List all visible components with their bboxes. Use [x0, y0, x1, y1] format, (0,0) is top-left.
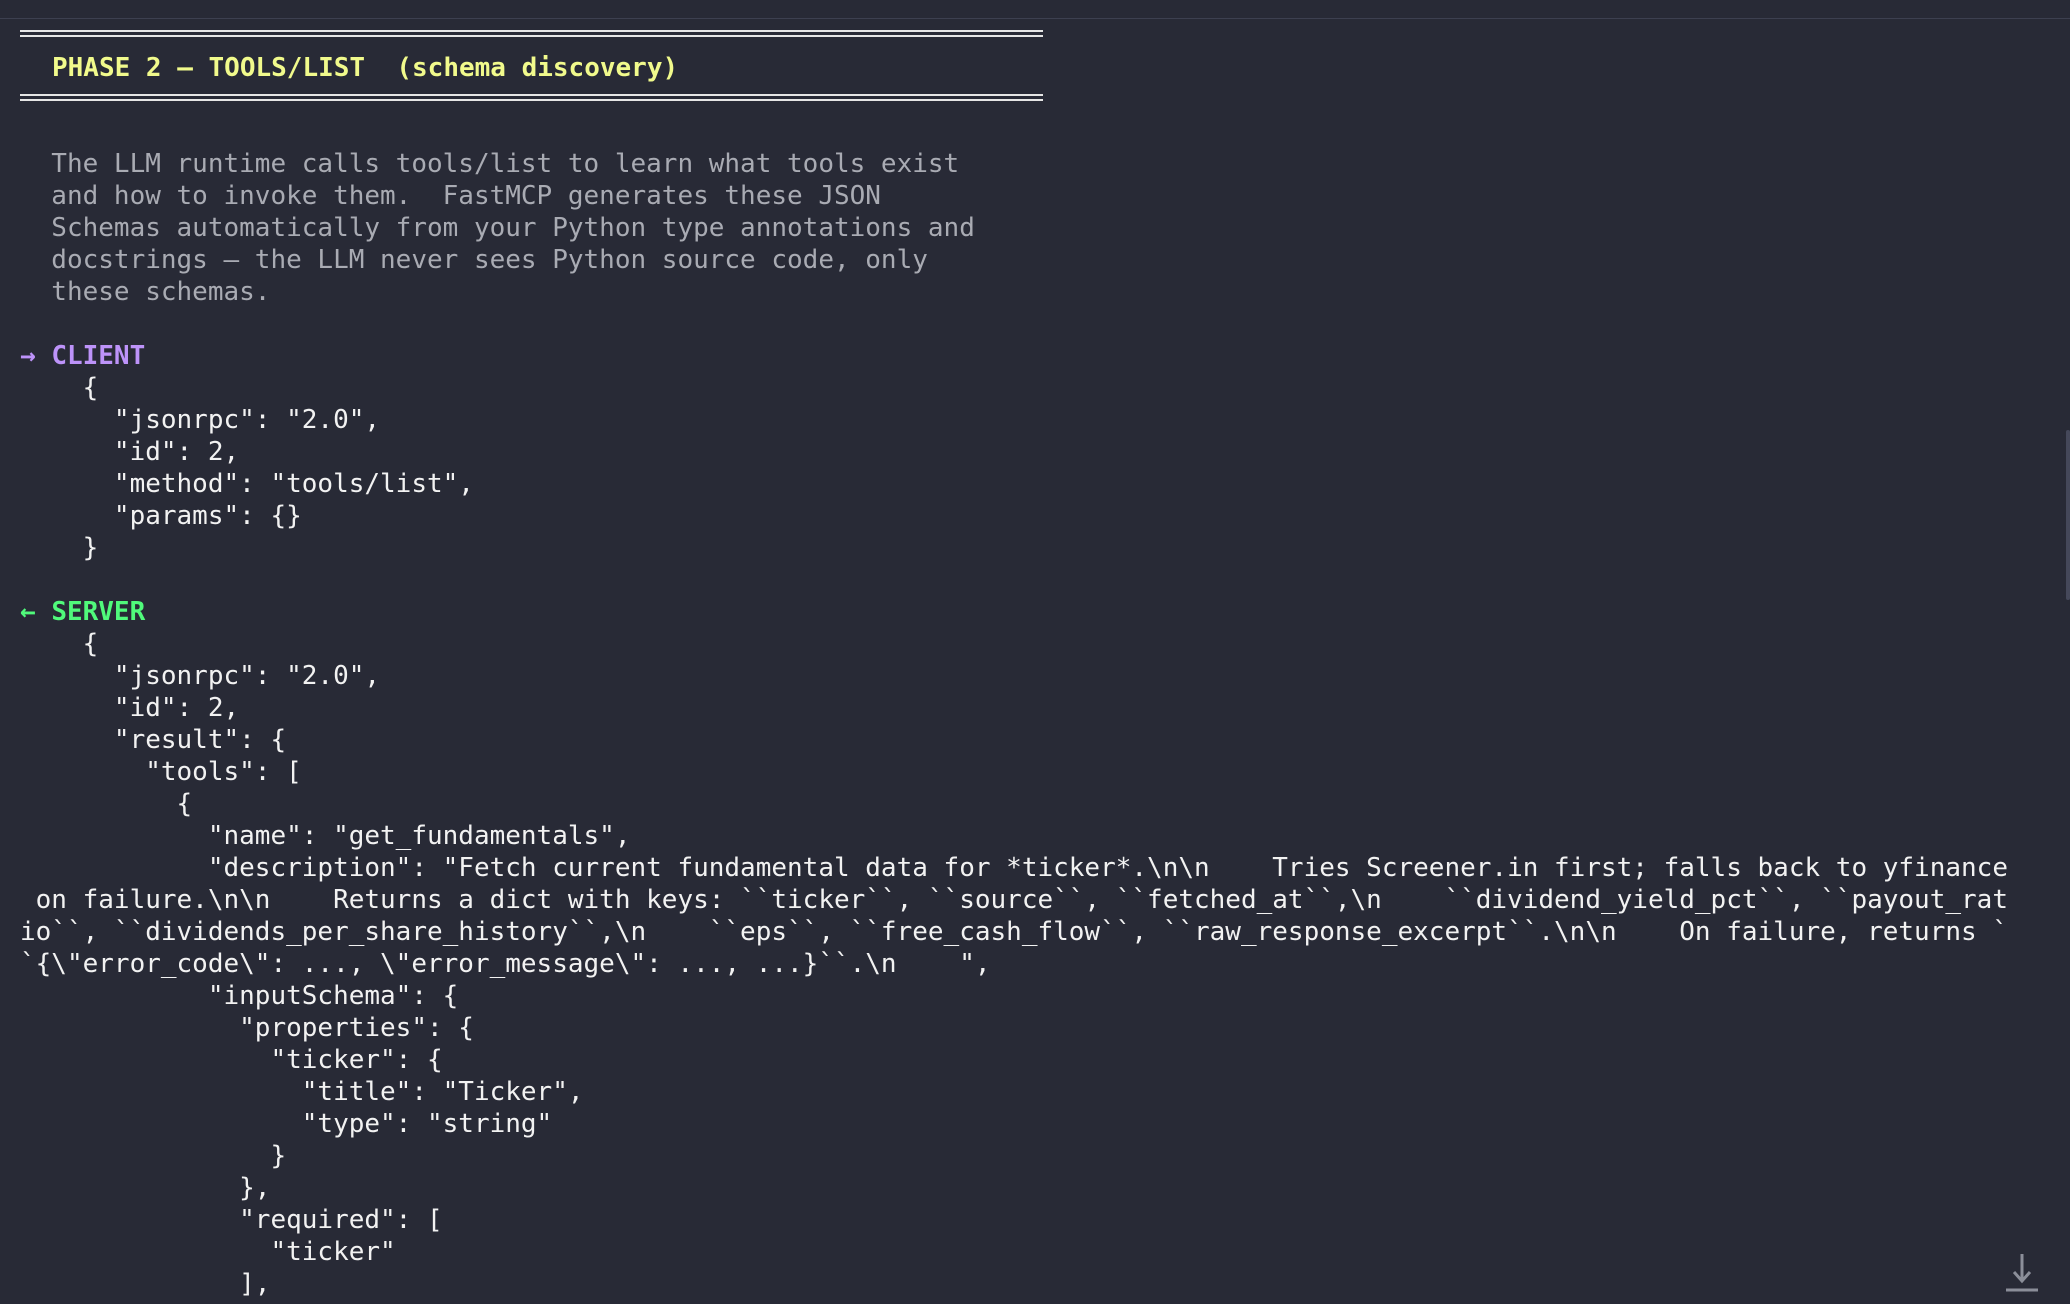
client-json-line: } — [20, 533, 99, 563]
left-arrow-icon: ← — [20, 597, 36, 627]
server-json-line: ], — [20, 1269, 271, 1299]
server-json-line: `{\"error_code\": ..., \"error_message\"… — [20, 949, 991, 979]
client-json-line: "method": "tools/list", — [20, 469, 474, 499]
phase-title: PHASE 2 — TOOLS/LIST (schema discovery) — [52, 53, 679, 83]
server-json-line: "properties": { — [20, 1013, 474, 1043]
description-line: Schemas automatically from your Python t… — [20, 213, 975, 243]
server-json-line: "title": "Ticker", — [20, 1077, 584, 1107]
server-json-line: "name": "get_fundamentals", — [20, 821, 631, 851]
server-json-line: "id": 2, — [20, 693, 240, 723]
client-header: → CLIENT — [20, 340, 145, 372]
client-json-line: "jsonrpc": "2.0", — [20, 405, 381, 435]
client-json-line: "id": 2, — [20, 437, 240, 467]
scroll-to-bottom-button[interactable] — [2002, 1250, 2042, 1294]
header-rule-top — [20, 30, 1043, 37]
server-header: ← SERVER — [20, 596, 145, 628]
arrow-down-to-line-icon — [2006, 1254, 2038, 1292]
server-json-line: "jsonrpc": "2.0", — [20, 661, 381, 691]
server-json-line: on failure.\n\n Returns a dict with keys… — [20, 885, 2008, 915]
server-json-line: "tools": [ — [20, 757, 302, 787]
client-label: CLIENT — [51, 341, 146, 371]
client-json-line: "params": {} — [20, 501, 302, 531]
description-line: docstrings — the LLM never sees Python s… — [20, 245, 928, 275]
server-json-line: "result": { — [20, 725, 287, 755]
server-json-line: "required": [ — [20, 1205, 443, 1235]
server-label: SERVER — [51, 597, 146, 627]
right-arrow-icon: → — [20, 341, 36, 371]
server-json-line: "inputSchema": { — [20, 981, 459, 1011]
server-json-line: "type": "string" — [20, 1109, 553, 1139]
server-json-line: "description": "Fetch current fundamenta… — [20, 853, 2008, 883]
description-line: and how to invoke them. FastMCP generate… — [20, 181, 881, 211]
client-json-line: { — [20, 373, 99, 403]
description-line: these schemas. — [20, 277, 271, 307]
description-line: The LLM runtime calls tools/list to lear… — [20, 149, 960, 179]
header-rule-bottom — [20, 94, 1043, 101]
server-json-line: io``, ``dividends_per_share_history``,\n… — [20, 917, 2008, 947]
server-json-line: "ticker" — [20, 1237, 396, 1267]
server-json-line: "ticker": { — [20, 1045, 443, 1075]
window-top-border — [0, 0, 2070, 19]
server-json-line: { — [20, 789, 193, 819]
server-json-line: } — [20, 1141, 287, 1171]
scrollbar-thumb[interactable] — [2066, 430, 2070, 600]
server-json-line: }, — [20, 1173, 271, 1203]
server-json-line: { — [20, 629, 99, 659]
